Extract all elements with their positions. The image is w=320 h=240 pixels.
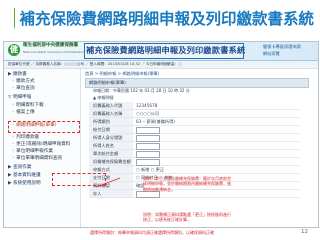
form-value: 12345678 <box>136 103 158 108</box>
form-row: 扣繳補充保險費金額 <box>89 158 299 166</box>
name-input[interactable] <box>136 143 160 150</box>
site-banner: 健 衛生福利部中央健康保險署 National Health Insurance… <box>4 42 318 61</box>
callout-note-2: 說明：如需補正資料請點選「更正」按鈕後再進行修正，以便系統正確計算。 <box>143 212 231 223</box>
sidebar-item-download[interactable]: ◦ 明細資料下載 <box>12 103 44 109</box>
detail-heading: ▲ 申報明細 <box>93 95 114 100</box>
sidebar-item-basic-data[interactable]: ▶ 基本資料維護 <box>8 173 41 179</box>
report-date: 申報日期：中華民國 102 年 03 月 28 日 10 時 32 分 <box>93 88 190 93</box>
banner-link-sitemap[interactable]: 網站導覽 <box>263 51 280 57</box>
form-label: 扣費義務人名稱 <box>89 110 133 117</box>
income-type-caption: 選擇所得類別：每筆申報資料均須正確選擇所得類別，以確保資料正確 <box>90 230 214 235</box>
slide-title-bar: 補充保險費網路明細申報及列印繳款書系統 <box>14 3 314 33</box>
form-value: ○○○○公司 <box>136 111 159 116</box>
form-label: 扣費義務人代號 <box>89 102 133 109</box>
income-type-highlight-box <box>52 173 106 186</box>
form-label: 所得類別 <box>89 118 133 125</box>
form-row: 所得人姓名 <box>89 142 299 150</box>
sidebar-item-payment-slip[interactable]: ▶ 繳款書 <box>8 72 27 78</box>
pay-date-input[interactable] <box>136 127 160 134</box>
form-row: 扣費義務人代號 12345678 <box>89 102 299 110</box>
sidebar-item-detail-report[interactable]: ▽ 明細申報 <box>8 95 31 101</box>
form-label: 所得人身分證號 <box>89 134 133 141</box>
form-label: 單次給付金額 <box>89 150 133 157</box>
system-screenshot: 健 衛生福利部中央健康保險署 National Health Insurance… <box>3 41 319 228</box>
form-label: 給付日期 <box>89 126 133 133</box>
agency-name: 衛生福利部中央健康保險署 <box>23 43 79 48</box>
sidebar: ▶ 繳款書 ◦ 繳款方式 ◦ 單位查詢 ▽ 明細申報 ◦ 網路明細申報(單筆) … <box>4 69 81 227</box>
agency-logo-icon: 健 <box>8 44 20 56</box>
form-row: 扣費義務人名稱 ○○○○公司 <box>89 110 299 118</box>
sidebar-item-unit-query[interactable]: ◦ 單位查詢 <box>12 86 35 92</box>
sidebar-item-payment-method[interactable]: ◦ 繳款方式 <box>12 79 35 85</box>
id-number-input[interactable] <box>136 135 160 142</box>
form-row: 給付日期 <box>89 126 299 134</box>
page-number: 12 <box>301 229 308 235</box>
callout-note-1: 說明：第三方受託繳補充保險費：應於次月底前完成明細申報，並於繳納期限內繳納補充保… <box>143 176 231 192</box>
form-label: 存入 <box>89 190 133 197</box>
premium-input[interactable] <box>136 159 160 166</box>
section-header-text: 網路明細申報(單筆) <box>89 80 126 85</box>
form-row: 所得人身分證號 <box>89 134 299 142</box>
form-row: 申報方式 ○ 新增 ○ 更正 <box>89 166 299 174</box>
form-row: 所得類別 63 ─ 薪資(兼職所得) <box>89 118 299 126</box>
income-type-select[interactable]: 63 ─ 薪資(兼職所得) <box>136 118 175 125</box>
sidebar-item-print-slip[interactable]: ◦ 列印繳款書 <box>12 135 39 141</box>
form-row: 單次給付金額 <box>89 150 299 158</box>
user-info-bar: 投保單位代號 ／ 扣費義務人名稱：○○○○公司 ／ 登入時間：2013/03/2… <box>4 61 318 69</box>
sidebar-item-query[interactable]: ▶ 查詢作業 <box>8 165 31 171</box>
sidebar-item-unit-report[interactable]: ◦ 單位明細申報作業 <box>12 149 53 155</box>
form-label: 申報方式 <box>89 166 133 173</box>
user-info-text: 投保單位代號 ／ 扣費義務人名稱：○○○○公司 ／ 登入時間：2013/03/2… <box>8 62 182 66</box>
sidebar-item-online-single[interactable]: ◦ 網路明細申報(單筆) <box>12 123 57 129</box>
report-mode-radio[interactable]: ○ 新增 ○ 更正 <box>136 166 164 173</box>
sidebar-item-help[interactable]: ▶ 系統使用說明 <box>8 181 41 187</box>
agency-name-en: National Health Insurance Administration <box>23 50 85 54</box>
slide-title: 補充保險費網路明細申報及列印繳款書系統 <box>19 10 314 28</box>
amount-input[interactable] <box>136 151 160 158</box>
sidebar-item-single-query[interactable]: ◦ 單位單筆明細資料查詢 <box>12 156 62 162</box>
form-label: 扣繳補充保險費金額 <box>89 158 133 165</box>
form-label: 所得人姓名 <box>89 142 133 149</box>
banner-link-card[interactable]: 健保卡專區保證申請 <box>263 44 301 50</box>
sidebar-item-upload[interactable]: ◦ 檔案上傳 <box>12 110 35 116</box>
breadcrumb: 首頁 > 明細申報 > 網路明細申報(單筆) <box>85 71 160 76</box>
sidebar-item-correct[interactable]: ◦ 更正(或刪除)明細申報資料 <box>12 142 70 148</box>
system-title: 補充保險費網路明細申報及列印繳款書系統 <box>86 45 246 55</box>
section-header: 網路明細申報(單筆) <box>85 78 309 88</box>
